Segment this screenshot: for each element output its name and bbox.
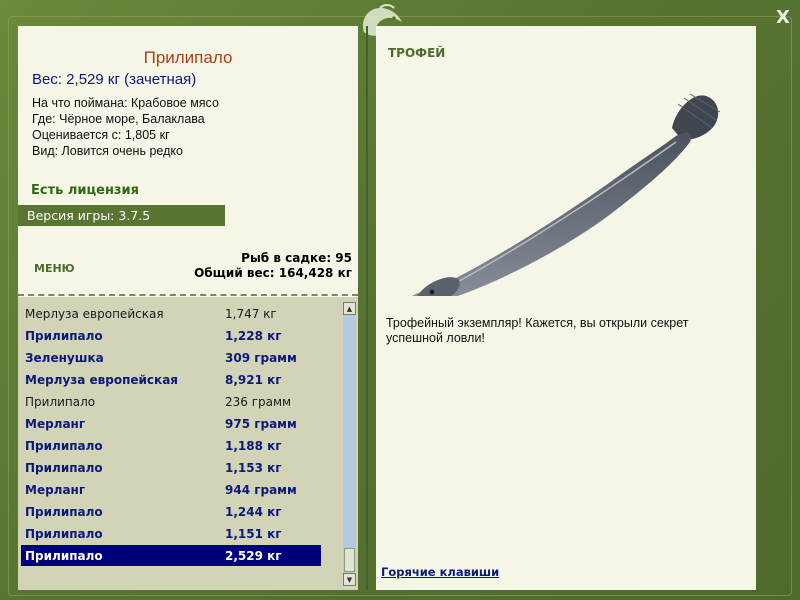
catch-fish-name: Прилипало [25,505,103,519]
catch-fish-weight: 1,244 кг [225,505,282,519]
catch-row[interactable]: Мерланг 944 грамм [21,479,321,501]
location-info: Где: Чёрное море, Балаклава [32,112,205,126]
catch-fish-name: Прилипало [25,329,103,343]
catch-details-panel: Прилипало Вес: 2,529 кг (зачетная) На чт… [18,26,358,590]
catch-fish-weight: 1,151 кг [225,527,282,541]
catch-fish-name: Прилипало [25,549,103,563]
keepnet-summary: Рыб в садке: 95 Общий вес: 164,428 кг [194,251,352,281]
close-button[interactable]: X [772,6,794,28]
total-weight: Общий вес: 164,428 кг [194,266,352,280]
catch-fish-weight: 309 грамм [225,351,297,365]
catch-fish-name: Прилипало [25,461,103,475]
catch-row[interactable]: Прилипало 1,188 кг [21,435,321,457]
rarity-info: Вид: Ловится очень редко [32,144,183,158]
fish-name-title: Прилипало [143,48,233,67]
trophy-message: Трофейный экземпляр! Кажется, вы открыли… [386,316,689,345]
fish-count: Рыб в садке: 95 [241,251,352,265]
catch-fish-name: Мерлуза европейская [25,373,178,387]
catch-fish-weight: 8,921 кг [225,373,282,387]
catch-fish-weight: 1,188 кг [225,439,282,453]
fish-weight: Вес: 2,529 кг (зачетная) [32,71,197,88]
panel-divider [366,26,368,590]
catch-row[interactable]: Мерланг 975 грамм [21,413,321,435]
catch-fish-weight: 236 грамм [225,395,292,409]
scroll-down-arrow-icon[interactable]: ▼ [343,573,356,586]
game-version-bar: Версия игры: 3.7.5 [18,205,225,226]
catch-fish-weight: 944 грамм [225,483,297,497]
catch-row[interactable]: Мерлуза европейская 8,921 кг [21,369,321,391]
catch-fish-weight: 1,153 кг [225,461,282,475]
catch-fish-weight: 975 грамм [225,417,297,431]
hotkeys-link[interactable]: Горячие клавиши [381,565,499,579]
catch-list-scrollbar[interactable]: ▲ ▼ [343,302,356,586]
catch-fish-name: Мерланг [25,483,86,497]
catch-fish-weight: 1,228 кг [225,329,282,343]
catch-fish-name: Прилипало [25,527,103,541]
catch-row[interactable]: Прилипало 236 грамм [21,391,321,413]
catch-list: Мерлуза европейская 1,747 кг Прилипало 1,22… [18,297,358,590]
catch-fish-name: Прилипало [25,439,103,453]
catch-row[interactable]: Прилипало 1,244 кг [21,501,321,523]
scroll-thumb[interactable] [344,548,355,572]
catch-fish-name: Прилипало [25,395,96,409]
catch-row[interactable]: Прилипало 1,153 кг [21,457,321,479]
catch-fish-weight: 2,529 кг [225,549,282,563]
catch-fish-weight: 1,747 кг [225,307,277,321]
menu-button[interactable]: МЕНЮ [34,262,75,275]
catch-fish-name: Мерлуза европейская [25,307,164,321]
catch-row-selected[interactable]: Прилипало 2,529 кг [21,545,321,566]
catch-row[interactable]: Прилипало 1,228 кг [21,325,321,347]
catch-row[interactable]: Зеленушка 309 грамм [21,347,321,369]
trophy-panel: ТРОФЕЙ Трофейный экземпляр! Кажется, вы … [376,26,756,590]
remora-fish-image [412,93,721,296]
scroll-up-arrow-icon[interactable]: ▲ [343,302,356,315]
license-status: Есть лицензия [31,183,139,198]
bait-info: На что поймана: Крабовое мясо [32,96,219,110]
valuation-info: Оценивается с: 1,805 кг [32,128,170,142]
list-separator [18,294,358,296]
catch-fish-name: Мерланг [25,417,86,431]
catch-row[interactable]: Мерлуза европейская 1,747 кг [21,303,321,325]
catch-fish-name: Зеленушка [25,351,104,365]
catch-row[interactable]: Прилипало 1,151 кг [21,523,321,545]
